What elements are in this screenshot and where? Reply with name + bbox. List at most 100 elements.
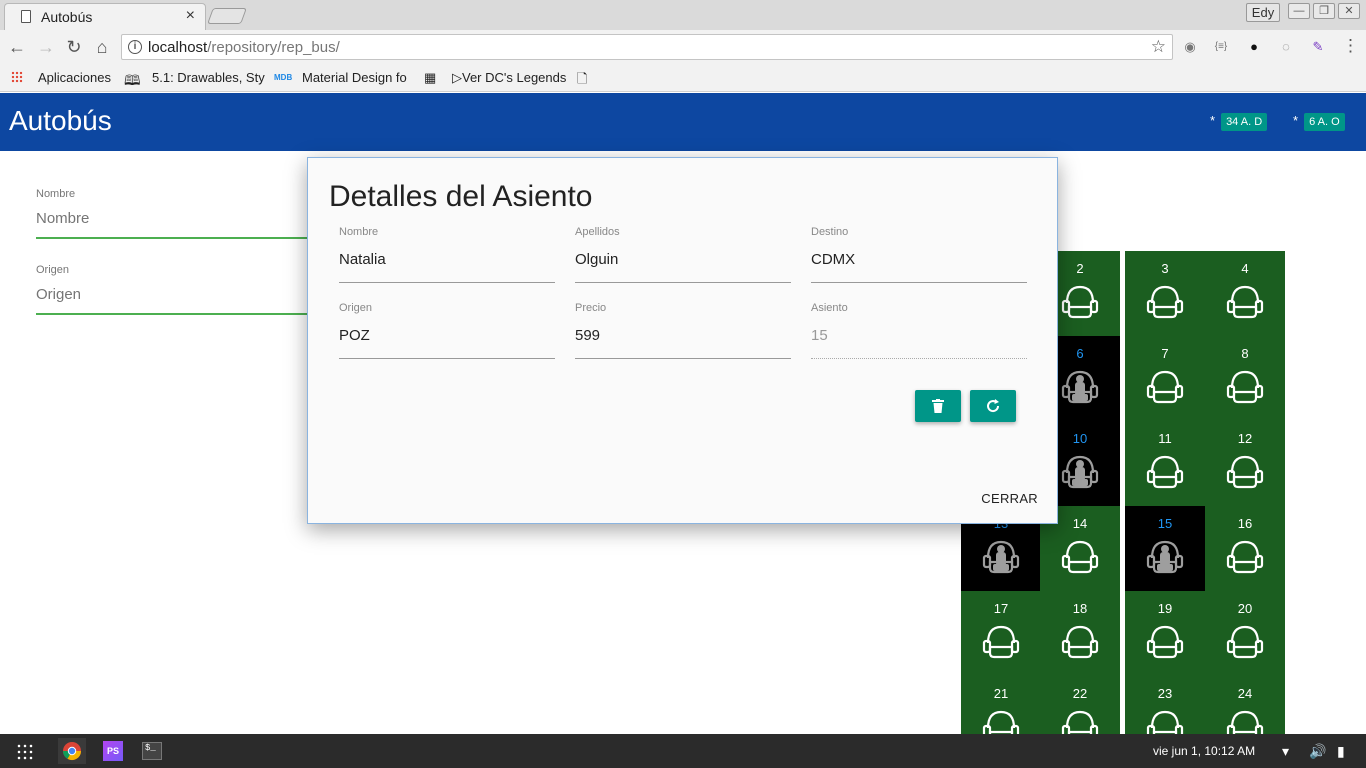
terminal-taskbar-button[interactable]: $_ [138, 738, 166, 764]
seat-icon [1061, 285, 1099, 319]
seat-details-dialog: Detalles del Asiento Nombre Natalia Apel… [307, 157, 1058, 524]
bookmark-drawables[interactable]: 5.1: Drawables, Sty [152, 70, 265, 85]
seat-11[interactable]: 11 [1125, 421, 1205, 506]
stat-available: * 34 A. D [1210, 113, 1268, 131]
seat-icon [1146, 455, 1184, 489]
field-origen[interactable]: Origen POZ [339, 302, 555, 359]
apps-icon[interactable] [11, 71, 23, 83]
field-value[interactable]: Natalia [339, 251, 555, 283]
restore-button[interactable]: ❐ [1313, 3, 1335, 19]
bookmark-star-icon[interactable]: ☆ [1151, 37, 1166, 57]
origen-input[interactable] [36, 286, 316, 315]
terminal-icon: $_ [142, 742, 162, 760]
seat-12[interactable]: 12 [1205, 421, 1285, 506]
seat-17[interactable]: 17 [961, 591, 1041, 676]
forward-icon[interactable]: → [35, 36, 57, 58]
seat-icon [1226, 285, 1264, 319]
profile-button[interactable]: Edy [1246, 3, 1280, 22]
seat-3[interactable]: 3 [1125, 251, 1205, 336]
mdb-icon: MDB [274, 73, 293, 82]
app-menu-icon[interactable] [16, 743, 34, 761]
extension-github-icon[interactable]: ● [1245, 38, 1263, 56]
field-precio[interactable]: Precio 599 [575, 302, 791, 359]
extension-icon-4[interactable]: ◌ [1277, 38, 1295, 56]
origen-form-field: Origen [36, 264, 316, 315]
field-label: Destino [811, 226, 849, 238]
refresh-button[interactable] [970, 390, 1016, 422]
seat-number: 17 [993, 601, 1009, 616]
seat-22[interactable]: 22 [1040, 676, 1120, 734]
stat-marker: * [1210, 113, 1216, 128]
seat-7[interactable]: 7 [1125, 336, 1205, 421]
field-value[interactable]: 599 [575, 327, 791, 359]
phpstorm-taskbar-button[interactable]: PS [99, 738, 127, 764]
field-value[interactable]: POZ [339, 327, 555, 359]
close-window-button[interactable]: ✕ [1338, 3, 1360, 19]
seat-15[interactable]: 15 [1125, 506, 1205, 591]
tab-close-icon[interactable]: × [186, 7, 195, 25]
seat-icon [1226, 455, 1264, 489]
info-icon[interactable]: i [128, 40, 142, 54]
bookmark-legends[interactable]: ▷Ver DC's Legends [452, 70, 566, 86]
seat-24[interactable]: 24 [1205, 676, 1285, 734]
field-value[interactable]: Olguin [575, 251, 791, 283]
tab-strip: Autobús × Edy — ❐ ✕ [0, 0, 1366, 30]
seat-number: 11 [1158, 431, 1172, 446]
bookmark-material[interactable]: Material Design fo [302, 70, 407, 85]
nombre-input[interactable] [36, 210, 316, 239]
extension-json-icon[interactable]: {≡} [1212, 38, 1230, 56]
seat-8[interactable]: 8 [1205, 336, 1285, 421]
blank-page-icon[interactable]: 🗋 [577, 70, 587, 92]
volume-icon[interactable]: 🔊 [1309, 743, 1326, 760]
seat-icon [1146, 285, 1184, 319]
seat-icon [1061, 710, 1099, 734]
book-icon: 🕮 [124, 72, 141, 88]
extension-icon-1[interactable]: ◉ [1181, 38, 1199, 56]
seat-20[interactable]: 20 [1205, 591, 1285, 676]
seat-number: 20 [1237, 601, 1253, 616]
page-icon [21, 10, 31, 23]
seat-21[interactable]: 21 [961, 676, 1041, 734]
field-label: Precio [575, 302, 607, 314]
wifi-icon[interactable]: ▾ [1282, 743, 1289, 760]
address-bar[interactable]: i localhost/repository/rep_bus/ ☆ [121, 34, 1173, 60]
chrome-icon [63, 742, 81, 761]
bookmarks-bar: Aplicaciones 🕮 5.1: Drawables, Sty MDB M… [0, 64, 1366, 92]
phpstorm-icon: PS [103, 741, 123, 761]
home-icon[interactable]: ⌂ [91, 36, 113, 58]
seat-icon [1146, 625, 1184, 659]
nombre-form-field: Nombre [36, 188, 316, 239]
reload-icon[interactable]: ↻ [63, 36, 85, 58]
clock[interactable]: vie jun 1, 10:12 AM [1153, 744, 1255, 758]
chrome-taskbar-button[interactable] [58, 738, 86, 764]
seat-icon [1226, 540, 1264, 574]
new-tab-button[interactable] [207, 8, 247, 24]
seat-number: 15 [1157, 516, 1173, 531]
seat-16[interactable]: 16 [1205, 506, 1285, 591]
bookmark-apps[interactable]: Aplicaciones [38, 70, 111, 85]
seat-4[interactable]: 4 [1205, 251, 1285, 336]
seat-number: 4 [1241, 261, 1249, 276]
browser-tab[interactable]: Autobús × [4, 3, 206, 30]
back-icon[interactable]: ← [6, 36, 28, 58]
delete-button[interactable] [915, 390, 961, 422]
nombre-label: Nombre [36, 188, 76, 200]
seat-19[interactable]: 19 [1125, 591, 1205, 676]
field-apellidos[interactable]: Apellidos Olguin [575, 226, 791, 283]
field-asiento: Asiento 15 [811, 302, 1027, 359]
field-value[interactable]: CDMX [811, 251, 1027, 283]
extension-quill-icon[interactable]: ✎ [1309, 38, 1327, 56]
seat-number: 24 [1237, 686, 1253, 701]
field-nombre[interactable]: Nombre Natalia [339, 226, 555, 283]
seat-18[interactable]: 18 [1040, 591, 1120, 676]
seat-23[interactable]: 23 [1125, 676, 1205, 734]
field-destino[interactable]: Destino CDMX [811, 226, 1027, 283]
close-button[interactable]: CERRAR [981, 491, 1038, 506]
seat-icon [1146, 540, 1184, 574]
seat-icon [982, 710, 1020, 734]
menu-icon[interactable]: ⋮ [1342, 36, 1359, 56]
minimize-button[interactable]: — [1288, 3, 1310, 19]
origen-label: Origen [36, 264, 70, 276]
battery-icon[interactable]: ▮ [1337, 743, 1345, 760]
dialog-title: Detalles del Asiento [329, 180, 593, 213]
